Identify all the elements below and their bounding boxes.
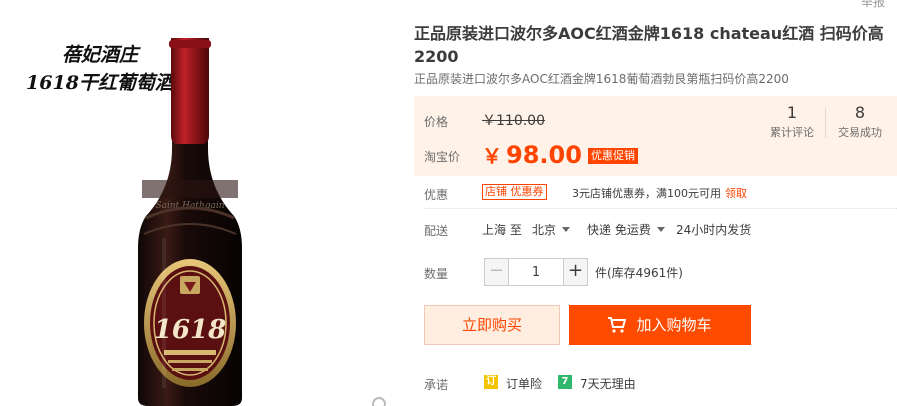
quantity-stepper: − +: [484, 258, 588, 286]
taobao-price-label: 淘宝价: [424, 150, 461, 164]
product-image-area: 蓓妃酒庄 1618干红葡萄酒 Saint Hathgain 1618: [0, 0, 400, 406]
buy-now-button[interactable]: 立即购买: [424, 305, 560, 345]
add-to-cart-button[interactable]: 加入购物车: [569, 305, 751, 345]
quantity-input[interactable]: [510, 259, 562, 285]
product-subtitle: 正品原装进口波尔多AOC红酒金牌1618葡萄酒勃艮第瓶扫码价高2200: [414, 72, 789, 86]
coupon-description: 3元店铺优惠券，满100元可用 领取: [572, 185, 747, 201]
product-info-panel: 举报 正品原装进口波尔多AOC红酒金牌1618 chateau红酒 扫码价高22…: [414, 0, 897, 406]
add-to-cart-label: 加入购物车: [636, 316, 712, 334]
shop-coupon-tag: 店铺 优惠券: [482, 184, 547, 200]
divider: [424, 208, 897, 209]
original-price: ￥110.00: [482, 113, 545, 129]
shipping-label: 配送: [424, 224, 449, 238]
chevron-down-icon: [656, 227, 665, 232]
price-panel: 价格 ￥110.00 淘宝价 ￥ 98.00 优惠促销 1 累计评论 8 交易成功: [414, 96, 897, 176]
promo-tag: 优惠促销: [588, 148, 638, 164]
wine-bottle-image[interactable]: Saint Hathgain 1618: [134, 38, 246, 406]
guarantee-label: 承诺: [424, 378, 449, 392]
price-label: 价格: [424, 115, 449, 129]
quantity-row: 数量 − + 件(库存4961件): [414, 256, 897, 288]
chevron-down-icon: [562, 227, 571, 232]
ship-method-select[interactable]: 快递 免运费: [587, 221, 665, 238]
ship-destination-select[interactable]: 北京: [532, 221, 571, 238]
product-title: 正品原装进口波尔多AOC红酒金牌1618 chateau红酒 扫码价高2200: [414, 24, 884, 66]
ship-from: 上海 至: [482, 223, 522, 237]
shipping-row: 配送 上海 至 北京 快递 免运费 24小时内发货: [414, 216, 897, 240]
report-link[interactable]: 举报: [861, 0, 885, 10]
quantity-label: 数量: [424, 267, 449, 281]
currency-symbol: ￥: [482, 144, 502, 168]
sales-caption: 交易成功: [838, 126, 882, 139]
coupon-label: 优惠: [424, 188, 449, 202]
quantity-decrease-button[interactable]: −: [485, 259, 509, 285]
promo-price: ￥ 98.00: [482, 140, 582, 169]
claim-coupon-link[interactable]: 领取: [725, 187, 747, 200]
sales-stat: 8 交易成功: [829, 102, 891, 140]
stats-divider: [825, 108, 826, 138]
seven-day-return-link[interactable]: 7天无理由: [580, 375, 636, 392]
zoom-icon[interactable]: [372, 397, 386, 406]
coupon-text: 3元店铺优惠券，满100元可用: [572, 187, 721, 200]
order-insurance-link[interactable]: 订单险: [506, 375, 542, 392]
coupon-row: 优惠 店铺 优惠券 3元店铺优惠券，满100元可用 领取: [414, 178, 897, 208]
stock-info: 件(库存4961件): [595, 266, 683, 280]
promo-price-value: 98.00: [506, 141, 582, 169]
sales-count: 8: [854, 103, 866, 122]
seven-day-return-icon: 7: [558, 375, 572, 389]
reviews-stat[interactable]: 1 累计评论: [761, 102, 823, 140]
guarantee-row: 承诺 订 订单险 7 7天无理由: [414, 372, 897, 394]
ship-method: 快递 免运费: [587, 223, 651, 237]
delivery-time: 24小时内发货: [676, 223, 752, 237]
cart-icon: [608, 317, 627, 333]
ship-destination: 北京: [532, 223, 557, 237]
quantity-increase-button[interactable]: +: [563, 259, 587, 285]
order-insurance-icon: 订: [484, 375, 498, 389]
reviews-count: 1: [786, 103, 798, 122]
reviews-caption: 累计评论: [770, 126, 814, 139]
